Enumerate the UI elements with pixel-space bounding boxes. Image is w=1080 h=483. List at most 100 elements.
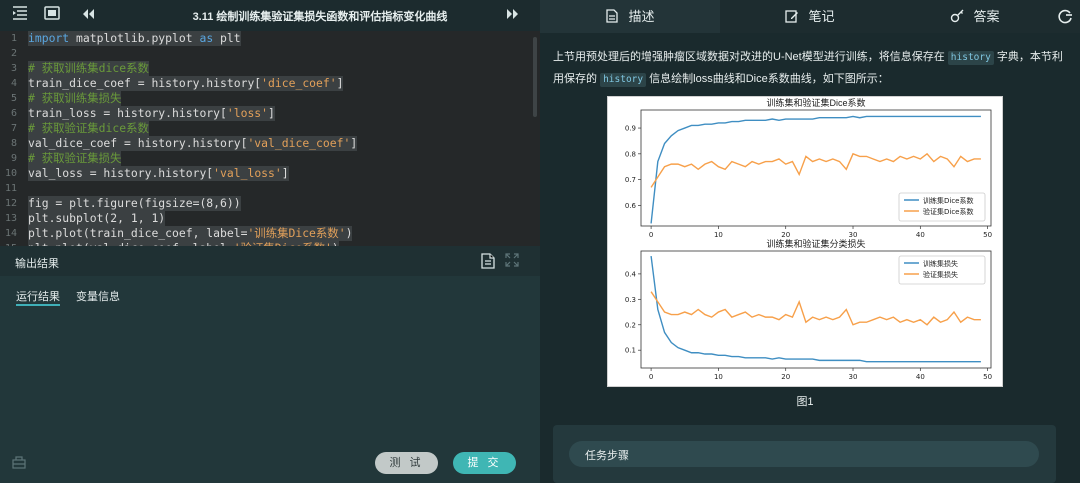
course-topbar: 3.11 绘制训练集验证集损失函数和评估指标变化曲线	[0, 0, 540, 31]
line-number: 6	[10, 108, 17, 119]
right-panel: 描述 笔记 答案 上节用预处理后的增强肿瘤区域数据对改进的U-Net模型进行训练…	[540, 0, 1080, 483]
code-line[interactable]: 2	[0, 46, 540, 61]
line-number: 3	[10, 63, 17, 74]
code-text: fig = plt.figure(figsize=(8,6))	[28, 196, 241, 211]
description-text: 上节用预处理后的增强肿瘤区域数据对改进的U-Net模型进行训练，将信息保存在	[553, 51, 948, 63]
training-curves-figure: 训练集和验证集Dice系数 0 10 20 30 40 50 0.6 0.7 0.8 0.9 训练集D…	[607, 96, 1003, 387]
series-line-val	[650, 291, 981, 326]
y-tick-label: 0.9	[625, 125, 636, 133]
code-line[interactable]: 6 train_loss = history.history['loss']	[0, 106, 540, 121]
test-button[interactable]: 测 试	[375, 452, 438, 474]
fullscreen-icon[interactable]	[42, 6, 62, 26]
description-text: 信息绘制loss曲线和Dice系数曲线，如下图所示：	[646, 73, 889, 85]
line-number: 7	[10, 123, 17, 134]
code-line[interactable]: 1 import matplotlib.pyplot as plt	[0, 31, 540, 46]
y-tick-label: 0.1	[625, 347, 636, 355]
left-panel: 3.11 绘制训练集验证集损失函数和评估指标变化曲线 1 import matpl…	[0, 0, 540, 483]
tab-run-result[interactable]: 运行结果	[16, 288, 60, 304]
x-tick-label: 10	[714, 373, 723, 381]
y-tick-label: 0.4	[625, 270, 637, 278]
right-tabs: 描述 笔记 答案	[540, 0, 1080, 33]
code-line[interactable]: 8 val_dice_coef = history.history['val_di…	[0, 136, 540, 151]
task-steps-card: 任务步骤	[553, 425, 1056, 483]
x-tick-label: 0	[649, 373, 653, 381]
code-line[interactable]: 4 train_dice_coef = history.history['dice…	[0, 76, 540, 91]
code-line[interactable]: 5 # 获取训练集损失	[0, 91, 540, 106]
code-line[interactable]: 13 plt.subplot(2, 1, 1)	[0, 211, 540, 226]
chart-title: 训练集和验证集Dice系数	[766, 97, 865, 108]
expand-icon[interactable]	[505, 253, 519, 267]
tab-notes-label: 笔记	[808, 9, 835, 24]
code-line[interactable]: 14 plt.plot(train_dice_coef, label='训练集Di…	[0, 226, 540, 241]
code-line[interactable]: 11	[0, 181, 540, 196]
x-tick-label: 20	[781, 231, 790, 239]
code-line[interactable]: 9 # 获取验证集损失	[0, 151, 540, 166]
code-text: val_dice_coef = history.history['val_dic…	[28, 136, 358, 151]
code-line[interactable]: 12 fig = plt.figure(figsize=(8,6))	[0, 196, 540, 211]
y-tick-label: 0.7	[625, 176, 636, 184]
legend-label: 训练集Dice系数	[923, 196, 974, 205]
tab-answer[interactable]: 答案	[900, 0, 1050, 33]
code-text: plt.subplot(2, 1, 1)	[28, 211, 166, 226]
tab-description-label: 描述	[628, 9, 655, 24]
x-tick-label: 0	[649, 231, 653, 239]
document-icon[interactable]	[481, 253, 497, 269]
legend-label: 训练集损失	[923, 259, 958, 268]
previous-icon[interactable]	[78, 6, 98, 26]
figure-caption-text: 图1	[796, 396, 814, 408]
line-number: 4	[10, 78, 17, 89]
figure-caption: 图1	[540, 393, 1070, 409]
tab-answer-label: 答案	[973, 9, 1000, 24]
code-line[interactable]: 3 # 获取训练集dice系数	[0, 61, 540, 76]
editor-scrollbar[interactable]	[533, 37, 537, 117]
course-title: 3.11 绘制训练集验证集损失函数和评估指标变化曲线	[192, 11, 448, 23]
line-number: 12	[4, 198, 17, 209]
task-steps-title: 任务步骤	[585, 450, 629, 462]
tab-description[interactable]: 描述	[540, 0, 720, 33]
tab-notes[interactable]: 笔记	[720, 0, 900, 33]
code-text: import matplotlib.pyplot as plt	[28, 31, 241, 46]
line-number: 2	[10, 48, 17, 59]
line-number: 14	[4, 228, 17, 239]
code-text: # 获取训练集损失	[28, 91, 122, 106]
toolbox-icon[interactable]	[12, 455, 26, 469]
output-title: 输出结果	[15, 258, 59, 270]
active-tab-indicator	[16, 304, 60, 306]
code-text: # 获取验证集损失	[28, 151, 122, 166]
code-line[interactable]: 10 val_loss = history.history['val_loss']	[0, 166, 540, 181]
y-tick-label: 0.8	[625, 150, 636, 158]
line-number: 5	[10, 93, 17, 104]
y-tick-label: 0.6	[625, 202, 637, 210]
tab-variable-info[interactable]: 变量信息	[76, 288, 120, 304]
next-icon[interactable]	[503, 6, 523, 26]
code-editor[interactable]: 1 import matplotlib.pyplot as plt 2 3 # 获取训练…	[0, 31, 540, 246]
code-chip-history: history	[947, 51, 994, 65]
legend-label: 验证集损失	[923, 270, 958, 279]
code-text: train_dice_coef = history.history['dice_…	[28, 76, 344, 91]
series-line-val	[650, 152, 981, 188]
code-text: plt.plot(train_dice_coef, label='训练集Dice…	[28, 226, 353, 241]
submit-button[interactable]: 提 交	[453, 452, 516, 474]
x-tick-label: 20	[781, 373, 790, 381]
code-chip-history: history	[600, 73, 647, 87]
task-description: 上节用预处理后的增强肿瘤区域数据对改进的U-Net模型进行训练，将信息保存在 h…	[553, 46, 1063, 90]
x-tick-label: 30	[849, 373, 858, 381]
menu-icon[interactable]	[10, 6, 30, 26]
code-line[interactable]: 7 # 获取验证集dice系数	[0, 121, 540, 136]
edit-icon	[785, 2, 799, 23]
task-steps-header[interactable]: 任务步骤	[569, 441, 1039, 467]
line-number: 9	[10, 153, 17, 164]
code-text: val_loss = history.history['val_loss']	[28, 166, 289, 181]
y-tick-label: 0.2	[625, 321, 636, 329]
x-tick-label: 10	[714, 231, 723, 239]
key-icon	[950, 2, 964, 23]
line-number: 13	[4, 213, 17, 224]
line-number: 11	[4, 183, 17, 194]
refresh-icon[interactable]	[1057, 9, 1073, 25]
x-tick-label: 30	[849, 231, 858, 239]
y-tick-label: 0.3	[625, 296, 636, 304]
document-icon	[605, 2, 619, 23]
line-number: 1	[10, 33, 17, 44]
chart-title: 训练集和验证集分类损失	[766, 238, 865, 249]
training-curves-chart: 训练集和验证集Dice系数 0 10 20 30 40 50 0.6 0.7 0.8 0.9 训练集D…	[625, 97, 992, 381]
